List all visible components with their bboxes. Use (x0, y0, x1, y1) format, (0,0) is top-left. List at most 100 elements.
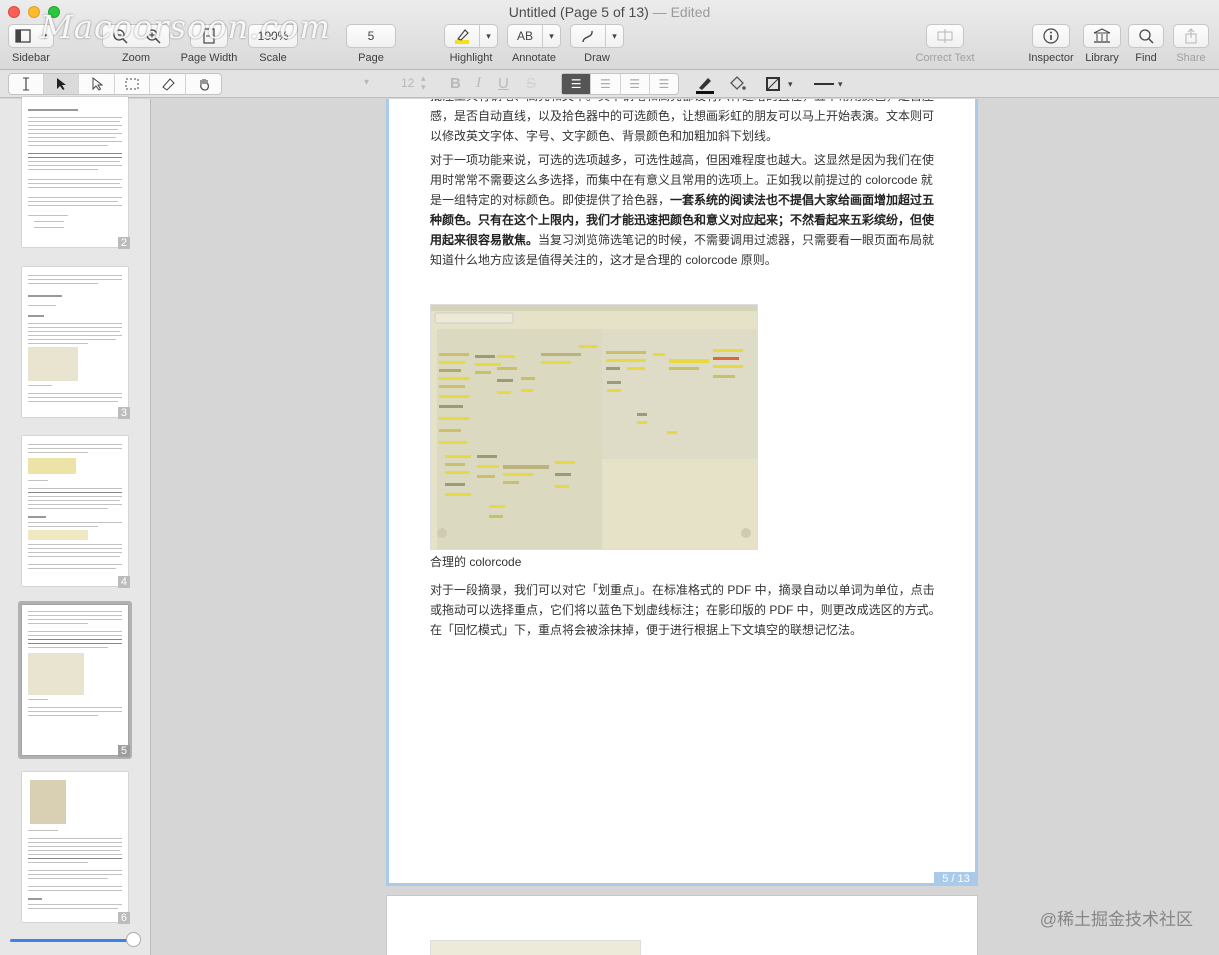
thumbnail-size-slider-handle[interactable] (126, 932, 141, 947)
justify-icon: ☰ (658, 77, 670, 91)
chevron-down-icon: ▾ (838, 78, 843, 89)
font-size-stepper[interactable]: ▴ ▾ (421, 74, 426, 92)
paragraph-key-points: 对于一段摘录，我们可以对它「划重点」。在标准格式的 PDF 中，摘录自动以单词为… (430, 583, 941, 637)
edited-indicator: — Edited (652, 4, 711, 20)
scale-label: Scale (259, 52, 287, 64)
colorcode-screenshot-image (430, 304, 758, 550)
thumbnail-image (22, 772, 128, 922)
thumbnail-image (22, 436, 128, 586)
hand-tool[interactable] (186, 74, 221, 94)
border-style-button[interactable]: ▾ (766, 74, 806, 94)
correct-text-label: Correct Text (915, 52, 975, 64)
paragraph-colorcode: 对于一项功能来说，可选的选项越多，可选性越高，但困难程度也越大。这显然是因为我们… (430, 150, 942, 270)
thumbnail-page-number: 6 (117, 912, 130, 924)
inspector-button[interactable] (1032, 24, 1070, 48)
strikethrough-button[interactable]: S (526, 75, 536, 92)
thumbnail-page-3[interactable]: 3 (18, 263, 132, 421)
pen-curve-icon (582, 30, 593, 43)
alignment-selector: ☰ ☰ ☰ ☰ (561, 73, 679, 95)
line-style-button[interactable]: ▾ (814, 74, 850, 94)
annotate-options-button[interactable]: ▾ (542, 25, 560, 47)
justify-button[interactable]: ☰ (650, 74, 678, 94)
thumbnail-image (22, 97, 128, 247)
pdf-page-5[interactable]: 批注工具有钢笔、高亮和文本。其中钢笔和高亮都设有六种递增的直径，五个常用颜色，是… (386, 99, 978, 886)
library-icon (1093, 28, 1111, 43)
pdf-page-6[interactable] (386, 895, 978, 955)
align-right-button[interactable]: ☰ (621, 74, 650, 94)
correct-text-icon (937, 29, 953, 43)
chevron-down-icon: ▾ (486, 30, 491, 41)
highlighter-icon (455, 29, 469, 44)
text-select-tool[interactable] (9, 74, 44, 94)
thumbnail-size-slider-track[interactable] (10, 939, 130, 942)
highlight-label: Highlight (449, 52, 493, 64)
arrow-pointer-icon (57, 78, 66, 90)
thumbnail-page-6[interactable]: 6 (18, 768, 132, 926)
library-button[interactable] (1083, 24, 1121, 48)
sidebar-label: Sidebar (12, 52, 50, 64)
page-number-field[interactable]: 5 (346, 24, 396, 48)
search-icon (1139, 29, 1154, 44)
hand-icon (199, 79, 209, 91)
line-style-icon (814, 83, 834, 85)
watermark-text: Macoorsoon.com (40, 8, 331, 46)
rect-select-tool[interactable] (115, 74, 150, 94)
text-cursor-icon (23, 77, 29, 91)
sidebar-icon (15, 29, 31, 43)
highlight-options-button[interactable]: ▾ (479, 25, 497, 47)
share-icon (1185, 28, 1197, 44)
pen-color-icon (696, 78, 714, 94)
thumbnail-page-number: 3 (117, 407, 130, 419)
share-button[interactable] (1173, 24, 1209, 48)
underline-button[interactable]: U (498, 75, 509, 92)
thumbnail-page-5[interactable]: 5 (18, 601, 132, 759)
italic-button[interactable]: I (476, 75, 481, 92)
page-6-screenshot-image (430, 940, 641, 955)
tool-selector (8, 73, 222, 95)
align-left-icon: ☰ (570, 77, 582, 91)
share-label: Share (1176, 52, 1206, 64)
thumbnail-page-number: 5 (117, 745, 130, 757)
thumbnail-sidebar: 2 3 4 5 6 (0, 97, 151, 955)
highlight-button[interactable] (445, 27, 479, 45)
hollow-pointer-icon (92, 77, 103, 91)
thumbnail-page-4[interactable]: 4 (18, 432, 132, 590)
fill-color-button[interactable] (726, 74, 748, 94)
document-view[interactable]: 批注工具有钢笔、高亮和文本。其中钢笔和高亮都设有六种递增的直径，五个常用颜色，是… (152, 99, 1219, 955)
site-watermark: @稀土掘金技术社区 (1039, 910, 1193, 929)
align-right-icon: ☰ (629, 77, 640, 91)
correct-text-button[interactable] (926, 24, 964, 48)
object-select-tool[interactable] (80, 74, 115, 94)
highlight-button-group: ▾ (444, 24, 498, 48)
page-label: Page (358, 52, 384, 64)
draw-options-button[interactable]: ▾ (605, 25, 623, 47)
format-toolbar: ▾ 12 ▴ ▾ B I U S ☰ ☰ ☰ ☰ ▾ ▾ (0, 70, 1219, 98)
paint-bucket-icon (730, 76, 746, 90)
align-center-button[interactable]: ☰ (591, 74, 621, 94)
annotate-button[interactable]: AB (508, 29, 542, 43)
font-family-dropdown[interactable]: ▾ (364, 77, 369, 88)
pointer-tool[interactable] (44, 74, 79, 94)
align-center-icon: ☰ (599, 77, 611, 91)
zoom-label: Zoom (121, 52, 151, 64)
info-icon (1043, 28, 1059, 44)
page-number-badge: 5 / 13 (934, 872, 978, 886)
library-label: Library (1085, 52, 1119, 64)
align-left-button[interactable]: ☰ (562, 74, 592, 94)
inspector-label: Inspector (1028, 52, 1074, 64)
draw-button[interactable] (571, 28, 605, 44)
window-title-text: Untitled (Page 5 of 13) (508, 4, 649, 20)
border-box-icon (766, 77, 780, 91)
bold-button[interactable]: B (450, 75, 461, 92)
mindmap-screenshot-graphic (431, 305, 757, 549)
eraser-tool[interactable] (151, 74, 186, 94)
annotate-button-group: AB ▾ (507, 24, 561, 48)
find-button[interactable] (1128, 24, 1164, 48)
paragraph-annotation-tools: 批注工具有钢笔、高亮和文本。其中钢笔和高亮都设有六种递增的直径，五个常用颜色，是… (430, 99, 935, 143)
chevron-down-icon: ▾ (612, 30, 617, 41)
thumbnail-page-2[interactable]: 2 (18, 93, 132, 251)
text-color-button[interactable] (694, 74, 716, 94)
font-size-field[interactable]: 12 (401, 76, 414, 90)
eraser-icon (162, 78, 175, 91)
image-caption: 合理的 colorcode (430, 555, 522, 569)
